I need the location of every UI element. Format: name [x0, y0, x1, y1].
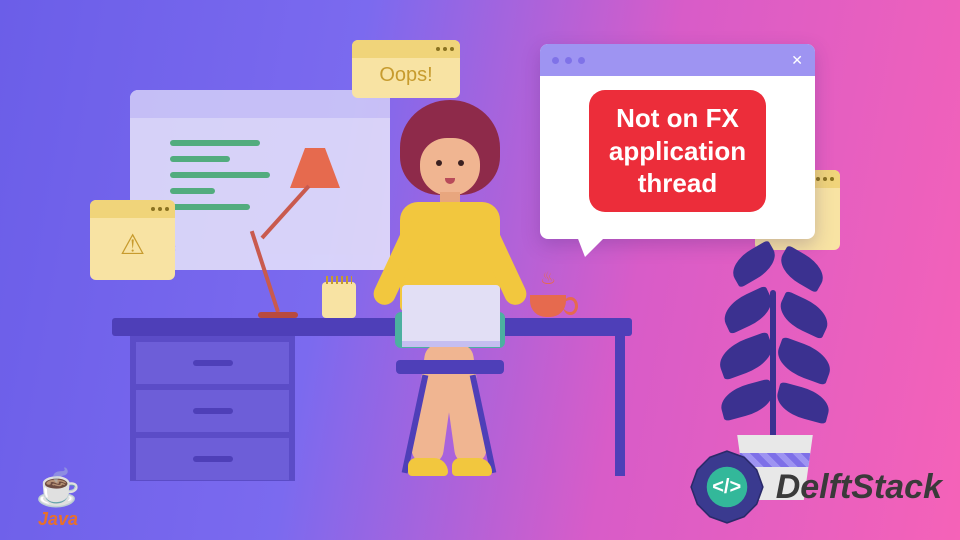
speech-tail [575, 231, 611, 257]
desk-leg [615, 336, 625, 476]
error-line: Not on FX [609, 102, 746, 135]
person-illustration [340, 100, 560, 480]
oops-window: Oops! [352, 40, 460, 98]
error-dialog: ✕ Not on FX application thread [540, 44, 815, 239]
window-header [90, 200, 175, 218]
java-cup-icon: ☕ [18, 467, 98, 509]
drawer [136, 390, 289, 432]
delftstack-text: DelftStack [776, 468, 942, 507]
desk-drawers [130, 336, 295, 481]
error-line: thread [609, 167, 746, 200]
oops-label: Oops! [352, 58, 460, 97]
java-text: Java [18, 509, 98, 530]
drawer [136, 438, 289, 480]
drawer [136, 342, 289, 384]
window-header [352, 40, 460, 58]
dialog-body: Not on FX application thread [540, 76, 815, 226]
java-logo: ☕ Java [18, 467, 98, 530]
error-line: application [609, 135, 746, 168]
close-icon: ✕ [791, 52, 803, 69]
delftstack-logo: </> DelftStack [688, 448, 942, 526]
warning-window: ⚠ [90, 200, 175, 280]
laptop [402, 285, 500, 347]
dialog-header: ✕ [540, 44, 815, 76]
code-icon: </> [712, 476, 741, 499]
delftstack-badge: </> [688, 448, 766, 526]
warning-icon: ⚠ [90, 218, 175, 271]
error-message: Not on FX application thread [589, 90, 766, 212]
